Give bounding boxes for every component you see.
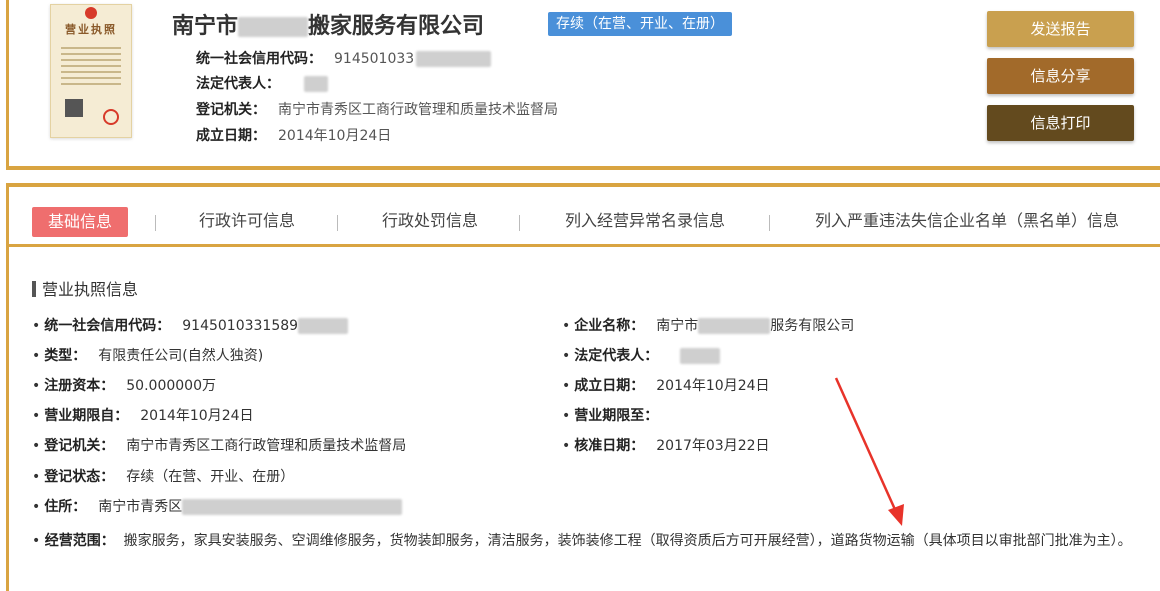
annotation-arrow — [834, 377, 904, 526]
